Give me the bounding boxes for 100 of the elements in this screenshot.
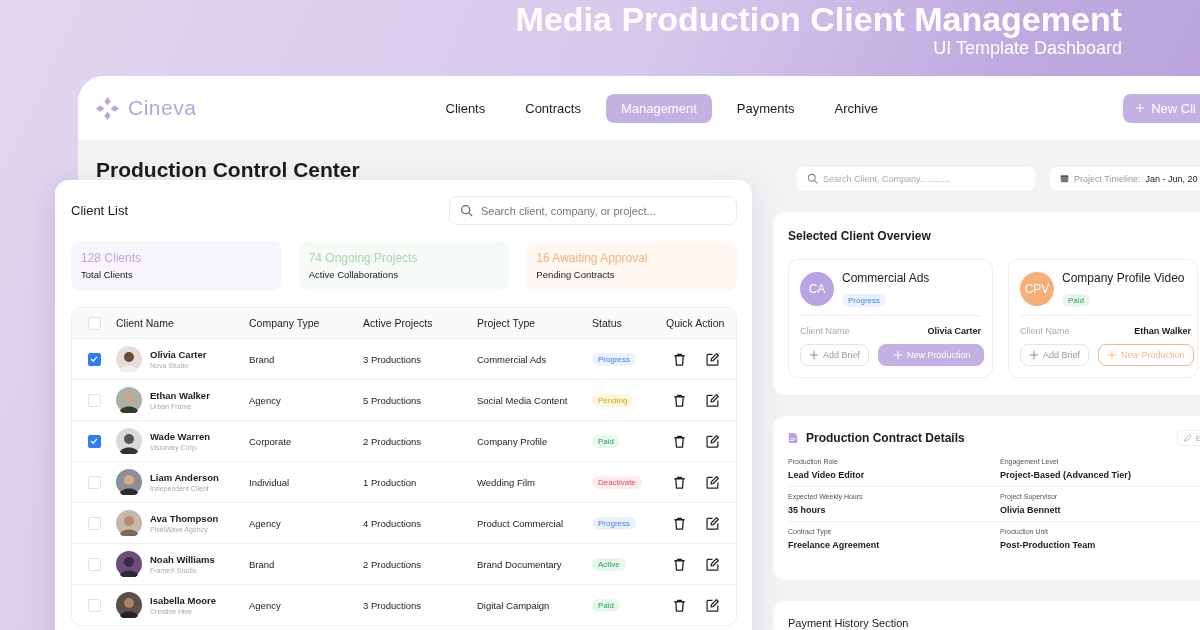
project-title: Company Profile Video (1062, 271, 1185, 285)
field-value: 35 hours (788, 505, 827, 515)
delete-icon[interactable] (672, 515, 687, 531)
plus-icon (1135, 103, 1146, 113)
table-cell-text: Wedding Film (477, 476, 536, 488)
column-header: Status (592, 317, 623, 329)
field-value: Project-Based (Advanced Tier) (1000, 470, 1132, 480)
edit-icon[interactable] (705, 474, 720, 490)
check-icon (89, 436, 99, 446)
client-name: Ethan Walker (150, 390, 210, 401)
status-badge: Deactivate (592, 475, 642, 489)
table-cell-text: 2 Productions (363, 558, 423, 570)
search-field[interactable]: Search client, company, or project... (449, 196, 737, 225)
card-title: Client List (71, 203, 129, 218)
add-brief-button[interactable]: Add Brief (800, 344, 870, 366)
stat-label: Pending Contracts (536, 269, 616, 280)
field-value: Freelance Agreement (788, 540, 881, 550)
new-production-button[interactable]: New Production (878, 344, 984, 366)
delete-icon[interactable] (672, 597, 687, 613)
nav-tab[interactable]: Contracts (510, 93, 596, 123)
document-icon (788, 432, 798, 444)
table-cell-text: 3 Productions (363, 353, 423, 365)
search-field[interactable]: Search Client, Company............ (797, 167, 1035, 190)
edit-icon[interactable] (705, 515, 720, 531)
client-name: Olivia Carter (150, 349, 207, 360)
table-cell-text: 2 Productions (363, 435, 423, 447)
client-name: Ethan Walker (1134, 326, 1191, 336)
plus-icon (893, 350, 904, 360)
delete-icon[interactable] (672, 392, 687, 408)
column-header: Quick Action (666, 317, 726, 329)
search-icon (807, 173, 818, 184)
stat-label: Active Collaborations (308, 269, 399, 280)
client-name: Ava Thompson (150, 513, 219, 524)
checkbox[interactable] (87, 434, 101, 448)
checkbox[interactable] (87, 352, 101, 366)
column-header: Company Type (249, 317, 321, 329)
delete-icon[interactable] (672, 474, 687, 490)
table-cell-text: Social Media Content (477, 394, 569, 406)
field-label: Client Name (800, 326, 850, 336)
timeline-field[interactable]: Project Timeline: Jan - Jun, 20 (1050, 167, 1200, 190)
status-badge: Paid (592, 598, 620, 612)
status-badge: Progress (592, 516, 636, 530)
table-cell-text: Product Commercial (477, 517, 565, 529)
status-badge: Active (592, 557, 626, 571)
new-production-button[interactable]: New Production (1098, 344, 1194, 366)
table-cell-text: Company Profile (477, 435, 549, 447)
stat-value: 16 Awaiting Approval (536, 251, 649, 265)
check-icon (89, 354, 99, 364)
plus-icon (1029, 350, 1039, 360)
stat-value: 128 Clients (81, 251, 143, 265)
table-cell-text: 5 Productions (363, 394, 423, 406)
client-name: Noah Williams (150, 554, 215, 565)
card-title: Payment History Section (788, 617, 910, 629)
table-cell-text: Agency (249, 517, 282, 529)
table-cell-text: Brand (249, 558, 276, 570)
edit-icon[interactable] (705, 392, 720, 408)
field-value: Olivia Bennett (1000, 505, 1062, 515)
nav-tab[interactable]: Payments (721, 93, 810, 123)
banner-subtitle: UI Template Dashboard (933, 38, 1122, 59)
column-header: Project Type (477, 317, 537, 329)
client-name: Olivia Carter (927, 326, 981, 336)
table-cell-text: Commercial Ads (477, 353, 548, 365)
table-cell-text: 3 Productions (363, 599, 423, 611)
field-label: Client Name (1020, 326, 1070, 336)
plus-icon (1107, 350, 1118, 360)
new-client-button[interactable]: New Cli (1123, 93, 1200, 123)
edit-icon[interactable] (705, 597, 720, 613)
nav-tab[interactable]: Archive (819, 93, 893, 123)
table-cell-text: Corporate (249, 435, 293, 447)
nav-tab[interactable]: Clients (430, 93, 501, 123)
add-brief-button[interactable]: Add Brief (1020, 344, 1090, 366)
table-cell-text: Individual (249, 476, 291, 488)
column-header: Active Projects (363, 317, 434, 329)
edit-icon[interactable] (705, 433, 720, 449)
column-header: Client Name (116, 317, 175, 329)
status-badge: Paid (1062, 294, 1090, 307)
edit-icon[interactable] (705, 556, 720, 572)
stat-label: Total Clients (81, 269, 134, 280)
delete-icon[interactable] (672, 433, 687, 449)
client-name: Wade Warren (150, 431, 210, 442)
page-title: Production Control Center (95, 157, 361, 182)
delete-icon[interactable] (672, 351, 687, 367)
table-cell-text: 1 Production (363, 476, 418, 488)
table-cell-text: Brand Documentary (477, 558, 563, 570)
nav-tab[interactable]: Management (605, 93, 712, 123)
edit-icon[interactable] (705, 351, 720, 367)
plus-icon (809, 350, 819, 360)
field-value: Post-Production Team (1000, 540, 1097, 550)
stat-value: 74 Ongoing Projects (308, 251, 419, 265)
table-cell-text: Digital Campaign (477, 599, 551, 611)
table-cell-text: Agency (249, 394, 282, 406)
client-name: Isabella Moore (150, 595, 216, 606)
initials-avatar: CA (800, 272, 834, 306)
initials-avatar: CPV (1020, 272, 1054, 306)
pencil-icon (1182, 433, 1193, 443)
field-value: Lead Video Editor (788, 470, 866, 480)
status-badge: Progress (842, 294, 886, 307)
delete-icon[interactable] (672, 556, 687, 572)
table-cell-text: 4 Productions (363, 517, 423, 529)
calendar-icon (1060, 174, 1069, 183)
